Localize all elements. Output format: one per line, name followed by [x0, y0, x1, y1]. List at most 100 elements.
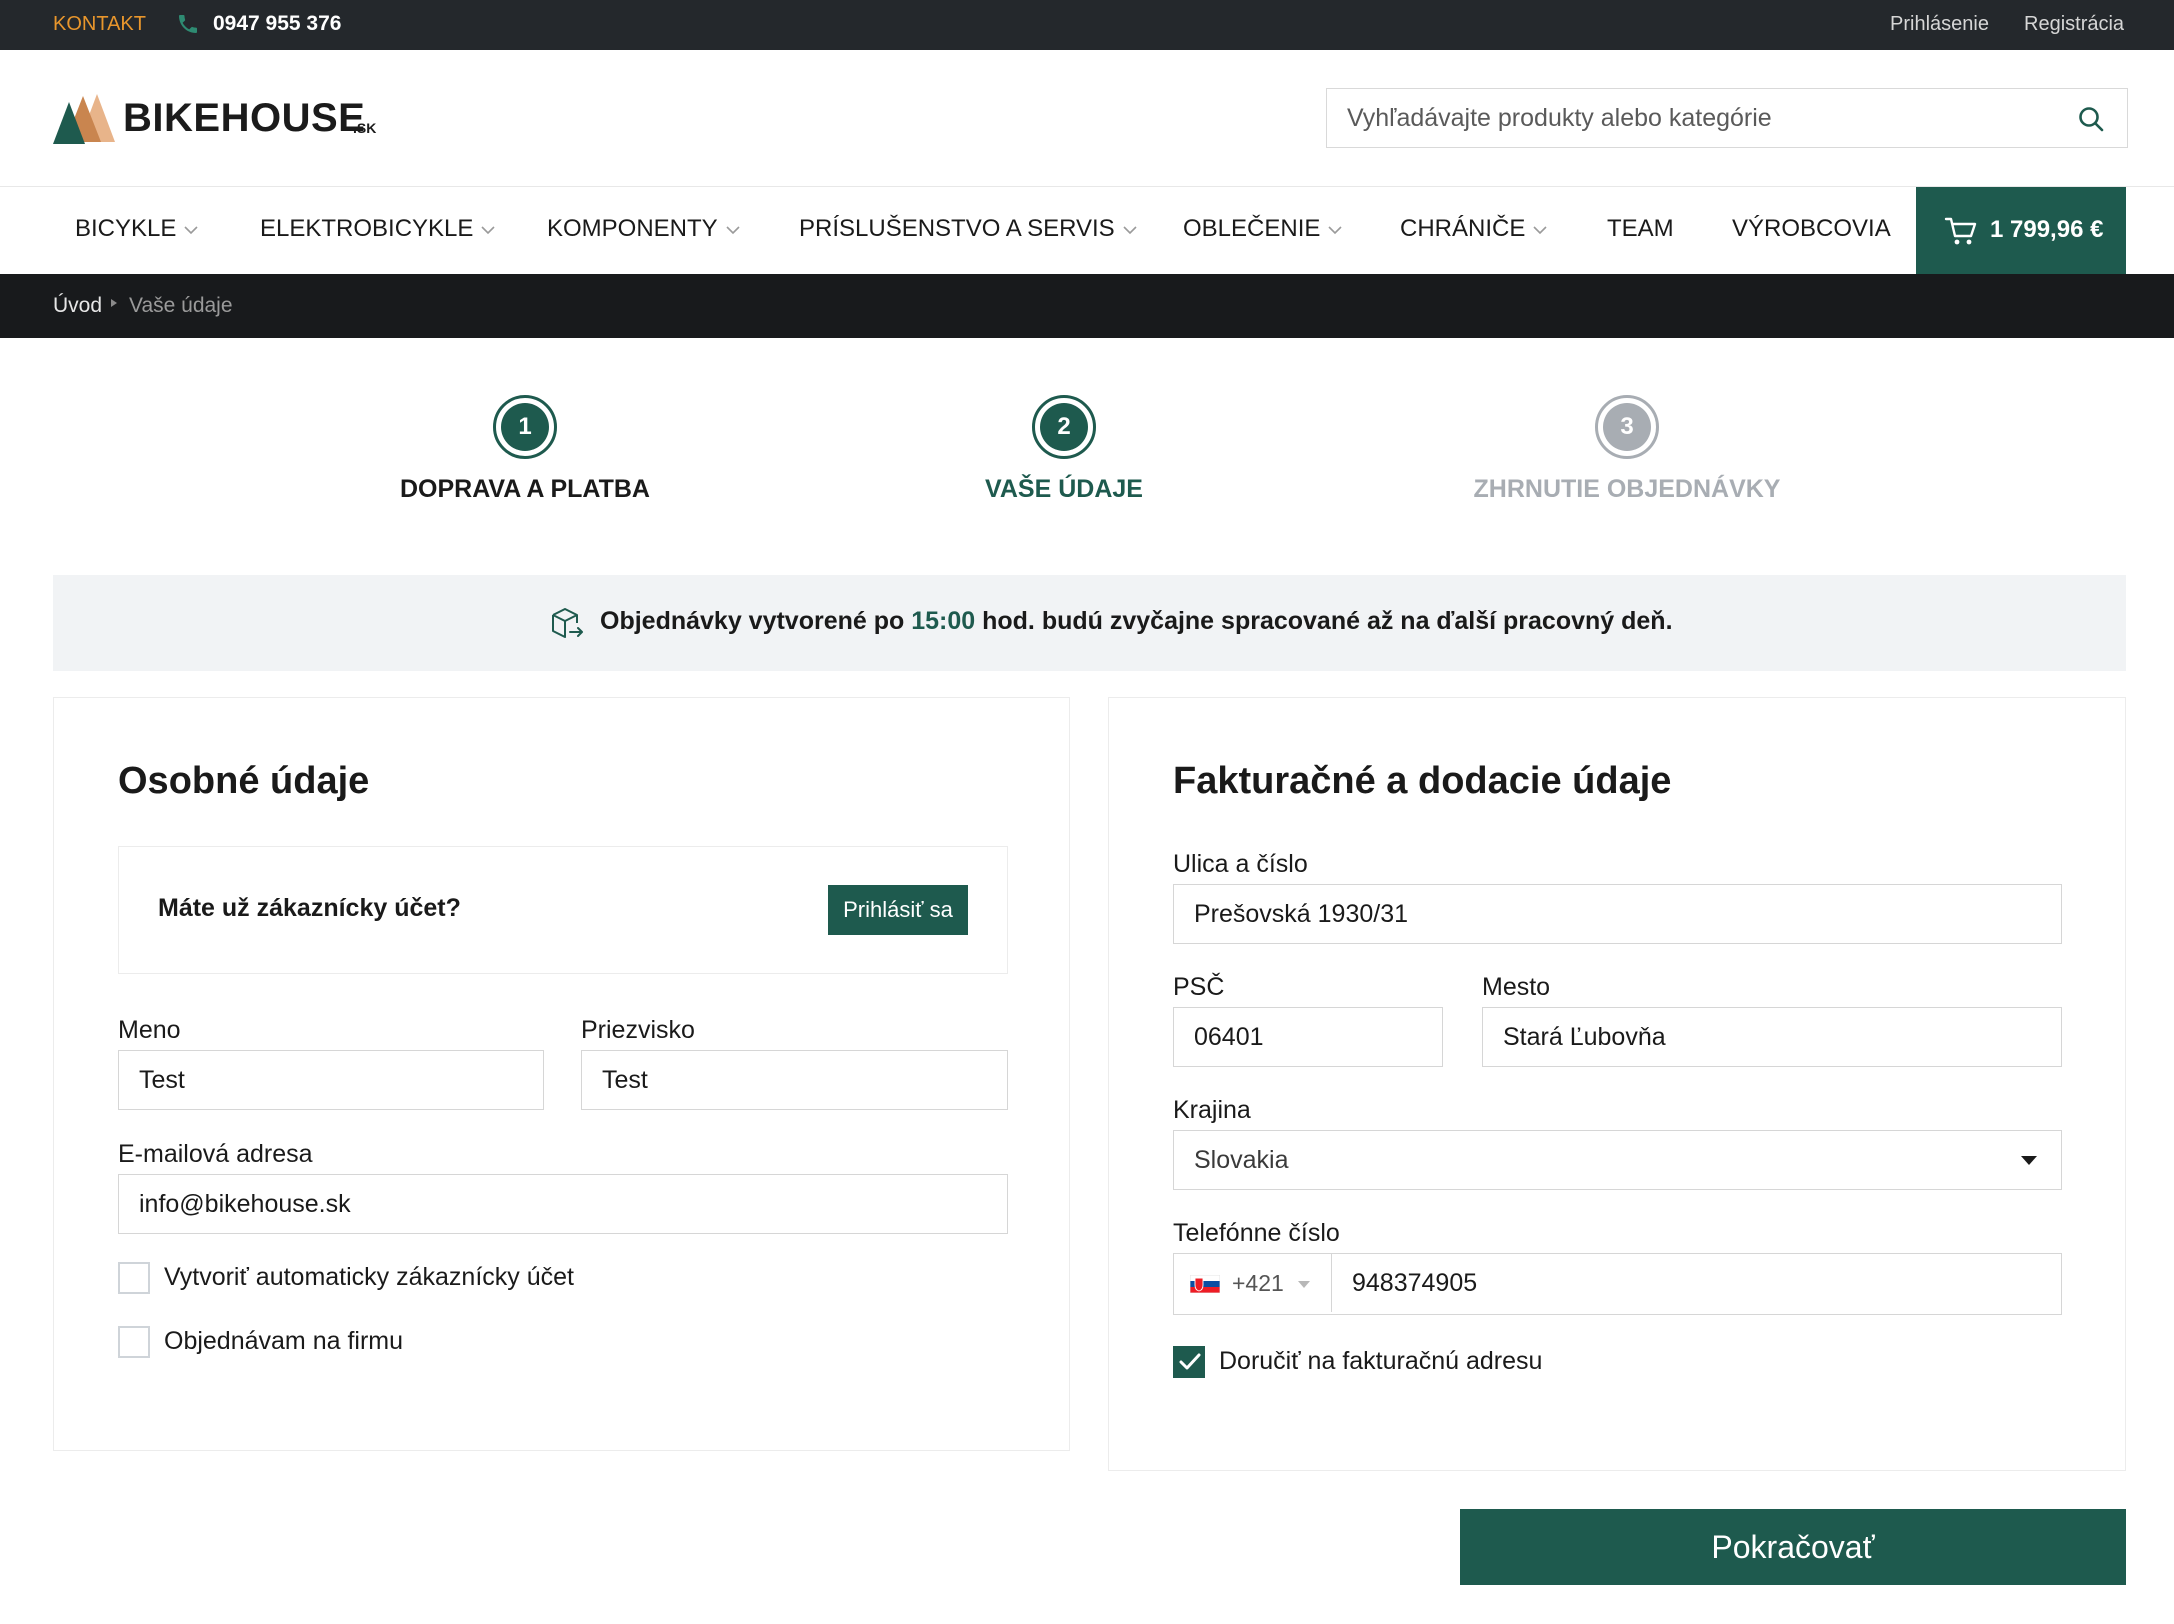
- cart-total: 1 799,96 €: [1990, 216, 2104, 243]
- chevron-down-icon: [184, 226, 198, 234]
- step-number: 3: [1603, 403, 1651, 451]
- zip-input[interactable]: [1174, 1008, 1442, 1066]
- first-name-input[interactable]: [119, 1051, 543, 1109]
- create-account-label[interactable]: Vytvoriť automaticky zákaznícky účet: [164, 1263, 574, 1292]
- logo[interactable]: BIKEHOUSE .SK: [53, 92, 383, 144]
- step-number: 1: [501, 403, 549, 451]
- nav-item-komponenty[interactable]: KOMPONENTY: [547, 215, 740, 243]
- nav-item-label: TEAM: [1607, 215, 1674, 242]
- continue-button[interactable]: Pokračovať: [1460, 1509, 2126, 1585]
- search-input[interactable]: [1327, 89, 2067, 147]
- chevron-down-icon: [1328, 226, 1342, 234]
- nav-item-label: OBLEČENIE: [1183, 215, 1321, 242]
- phone-prefix: +421: [1232, 1270, 1284, 1296]
- zip-label: PSČ: [1173, 973, 1225, 1001]
- nav-item-bicykle[interactable]: BICYKLE: [75, 215, 198, 243]
- chevron-down-icon: [726, 226, 740, 234]
- company-order-row: Objednávam na firmu: [118, 1325, 718, 1359]
- city-field: [1482, 1007, 2062, 1067]
- search-icon[interactable]: [2077, 105, 2105, 133]
- step-circle: 3: [1595, 395, 1659, 459]
- logo-text: BIKEHOUSE: [123, 96, 366, 140]
- nav-item-team[interactable]: TEAM: [1607, 215, 1674, 243]
- chevron-down-icon: [1533, 226, 1547, 234]
- billing-delivery-panel: Fakturačné a dodacie údaje Ulica a číslo…: [1108, 697, 2174, 1471]
- create-account-row: Vytvoriť automaticky zákaznícky účet: [118, 1261, 718, 1295]
- step-circle: 2: [1032, 395, 1096, 459]
- step-label: ZHRNUTIE OBJEDNÁVKY: [1473, 475, 1781, 503]
- notice-text-before: Objednávky vytvorené po: [600, 607, 912, 635]
- login-link[interactable]: Prihlásenie: [1890, 13, 1989, 36]
- dropdown-caret-icon: [2021, 1156, 2037, 1165]
- city-label: Mesto: [1482, 973, 1551, 1001]
- existing-account-box: Máte už zákaznícky účet? Prihlásiť sa: [118, 846, 1008, 974]
- processing-notice: Objednávky vytvorené po 15:00 hod. budú …: [53, 575, 2126, 671]
- account-question: Máte už zákaznícky účet?: [158, 894, 461, 922]
- nav-item-label: BICYKLE: [75, 215, 177, 242]
- chevron-down-icon: [481, 226, 495, 234]
- phone-prefix-select[interactable]: +421: [1174, 1254, 1332, 1312]
- deliver-to-billing-label[interactable]: Doručiť na fakturačnú adresu: [1219, 1347, 1542, 1376]
- email-field: [118, 1174, 1008, 1234]
- street-field: [1173, 884, 2062, 944]
- last-name-label: Priezvisko: [581, 1016, 695, 1044]
- country-value: Slovakia: [1194, 1146, 1289, 1174]
- phone-input[interactable]: [1332, 1254, 2174, 1312]
- deliver-to-billing-checkbox[interactable]: [1173, 1346, 1205, 1378]
- email-label: E-mailová adresa: [118, 1140, 313, 1168]
- chevron-down-icon: [1123, 226, 1137, 234]
- nav-item-chranice[interactable]: CHRÁNIČE: [1400, 215, 1547, 243]
- zip-field: [1173, 1007, 1443, 1067]
- cart-button[interactable]: 1 799,96 €: [1916, 187, 2126, 274]
- phone-label: Telefónne číslo: [1173, 1219, 1340, 1247]
- last-name-field: [581, 1050, 1008, 1110]
- email-input[interactable]: [119, 1175, 1007, 1233]
- first-name-label: Meno: [118, 1016, 181, 1044]
- personal-details-panel: Osobné údaje Máte už zákaznícky účet? Pr…: [53, 697, 1070, 1451]
- nav-item-oblecenie[interactable]: OBLEČENIE: [1183, 215, 1342, 243]
- top-bar: KONTAKT 0947 955 376 Prihlásenie Registr…: [0, 0, 2174, 50]
- step-number: 2: [1040, 403, 1088, 451]
- notice-time: 15:00: [911, 607, 976, 635]
- cart-icon: [1944, 217, 1977, 245]
- company-order-checkbox[interactable]: [118, 1326, 150, 1358]
- slovakia-flag-icon: [1190, 1275, 1220, 1293]
- nav-item-label: KOMPONENTY: [547, 215, 718, 242]
- nav-item-label: VÝROBCOVIA: [1732, 215, 1891, 242]
- step-label: VAŠE ÚDAJE: [985, 475, 1143, 503]
- phone-number[interactable]: 0947 955 376: [213, 12, 341, 36]
- contact-link[interactable]: KONTAKT: [53, 13, 146, 36]
- notice-text: Objednávky vytvorené po 15:00 hod. budú …: [600, 607, 1673, 636]
- notice-text-after: hod. budú zvyčajne spracované až na ďalš…: [975, 607, 1673, 635]
- step-circle: 1: [493, 395, 557, 459]
- breadcrumb-current: Vaše údaje: [129, 294, 233, 317]
- country-label: Krajina: [1173, 1096, 1251, 1124]
- nav-item-label: ELEKTROBICYKLE: [260, 215, 474, 242]
- package-icon: [552, 608, 583, 638]
- register-link[interactable]: Registrácia: [2024, 13, 2124, 36]
- street-input[interactable]: [1174, 885, 2061, 943]
- login-button[interactable]: Prihlásiť sa: [828, 885, 968, 935]
- city-input[interactable]: [1483, 1008, 2061, 1066]
- phone-field: +421: [1173, 1253, 2174, 1315]
- nav-item-vyrobcovia[interactable]: VÝROBCOVIA: [1732, 215, 1891, 243]
- street-label: Ulica a číslo: [1173, 850, 1308, 878]
- phone-icon: [179, 15, 197, 33]
- search-box: [1326, 88, 2128, 148]
- create-account-checkbox[interactable]: [118, 1262, 150, 1294]
- personal-details-title: Osobné údaje: [118, 760, 370, 802]
- nav-item-label: CHRÁNIČE: [1400, 215, 1526, 242]
- country-select[interactable]: Slovakia: [1173, 1130, 2062, 1190]
- last-name-input[interactable]: [582, 1051, 1007, 1109]
- nav-item-prislusenstvo[interactable]: PRÍSLUŠENSTVO A SERVIS: [799, 215, 1137, 243]
- billing-delivery-title: Fakturačné a dodacie údaje: [1173, 760, 1672, 802]
- breadcrumb-home[interactable]: Úvod: [53, 294, 102, 318]
- trees-logo-icon: [53, 94, 115, 144]
- breadcrumb-separator-icon: [111, 299, 117, 307]
- company-order-label[interactable]: Objednávam na firmu: [164, 1327, 403, 1356]
- logo-tld: .SK: [353, 120, 377, 136]
- nav-item-elektrobicykle[interactable]: ELEKTROBICYKLE: [260, 215, 495, 243]
- deliver-to-billing-row: Doručiť na fakturačnú adresu: [1173, 1345, 1773, 1379]
- step-label: DOPRAVA A PLATBA: [400, 475, 650, 503]
- prefix-caret-icon: [1298, 1281, 1310, 1288]
